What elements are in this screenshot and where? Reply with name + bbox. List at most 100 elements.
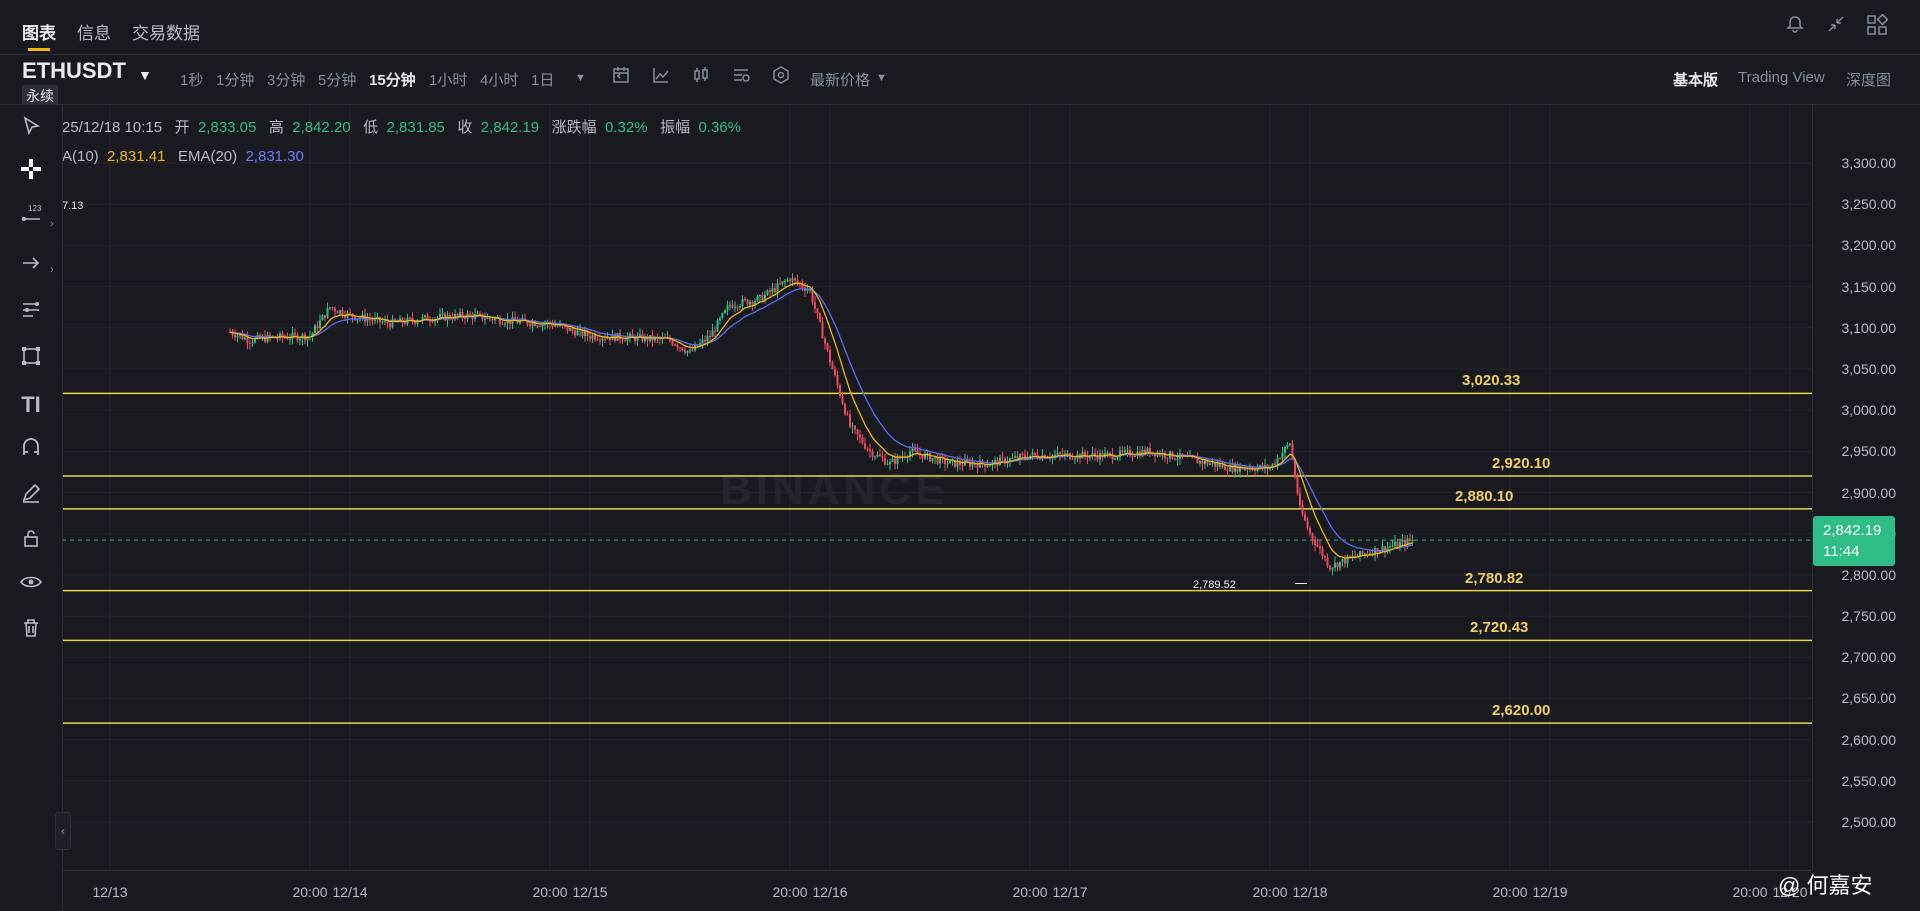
candle-body (1014, 456, 1016, 458)
submenu-chevron-icon[interactable]: › (50, 218, 54, 230)
candle-body (314, 325, 316, 333)
x-tick-label: 12/15 (572, 884, 608, 900)
x-tick-label: 20:00 (772, 884, 808, 900)
crosshair-icon[interactable] (14, 157, 48, 191)
candle-body (994, 460, 996, 462)
grid-layout-icon[interactable] (1864, 13, 1890, 40)
lock-icon[interactable] (14, 525, 48, 559)
candle-body (864, 443, 866, 449)
cursor-icon[interactable] (14, 113, 48, 147)
candle-body (1024, 454, 1026, 458)
indicators-icon[interactable] (729, 65, 753, 89)
fib-levels-icon[interactable] (14, 297, 48, 331)
candle-body (1016, 456, 1019, 459)
candle-body (761, 295, 764, 301)
more-intervals-caret-icon[interactable]: ▼ (575, 72, 586, 84)
amplitude-label: 振幅 (660, 119, 691, 136)
submenu-chevron-icon[interactable]: › (50, 264, 54, 276)
pencil-edit-icon[interactable] (14, 480, 48, 514)
interval-5m[interactable]: 5分钟 (318, 69, 356, 90)
arrow-tool-icon[interactable] (14, 250, 48, 284)
calendar-icon[interactable] (609, 65, 633, 89)
x-tick-label: 12/18 (1292, 884, 1328, 900)
candle-body (881, 456, 884, 458)
candle-body (1204, 460, 1206, 465)
x-tick-label: 12/14 (332, 884, 368, 900)
candle-body (701, 339, 704, 344)
candle-body (841, 395, 844, 404)
interval-1s[interactable]: 1秒 (180, 69, 203, 90)
version-basic[interactable]: 基本版 (1673, 69, 1718, 90)
current-price-tag: 2,842.19 11:44 (1813, 516, 1895, 566)
caret-down-icon[interactable]: ▼ (138, 67, 152, 83)
candle-body (576, 330, 579, 336)
candle-body (856, 429, 859, 435)
price-chart[interactable] (62, 105, 1812, 870)
candle-body (721, 312, 724, 318)
tab-info[interactable]: 信息 (77, 19, 111, 44)
candle-body (1176, 458, 1179, 460)
candle-type-icon[interactable] (689, 65, 713, 89)
candle-body (409, 317, 411, 319)
candle-body (1066, 453, 1069, 455)
interval-15m[interactable]: 15分钟 (369, 69, 416, 90)
candle-body (839, 385, 841, 396)
interval-1m[interactable]: 1分钟 (216, 69, 254, 90)
candle-body (1209, 463, 1211, 465)
candle-body (956, 461, 959, 467)
magnet-icon[interactable] (14, 435, 48, 469)
time-axis[interactable]: 12/13 20:00 12/14 20:00 12/15 20:00 12/16 20:00… (62, 870, 1812, 911)
price-type-caret-icon[interactable]: ▼ (876, 72, 887, 84)
candle-body (244, 337, 246, 340)
candle-body (494, 318, 496, 321)
candle-body (674, 344, 676, 346)
candle-body (1341, 558, 1344, 562)
candle-body (1214, 462, 1216, 467)
settings-hex-icon[interactable] (769, 65, 793, 89)
candle-countdown: 11:44 (1823, 543, 1860, 560)
collapse-arrows-icon[interactable] (1823, 14, 1849, 40)
candle-body (1289, 443, 1291, 445)
candle-datetime: 25/12/18 10:15 (62, 119, 163, 136)
eye-visibility-icon[interactable] (14, 570, 48, 604)
tab-chart[interactable]: 图表 (22, 19, 56, 44)
line-chart-icon[interactable] (649, 65, 673, 89)
candle-body (416, 321, 419, 324)
candle-body (601, 338, 604, 341)
candle-body (1391, 545, 1394, 547)
bell-icon[interactable] (1782, 14, 1808, 40)
candle-body (294, 332, 296, 335)
candle-body (986, 465, 989, 467)
sidebar-collapse-button[interactable]: ‹ (55, 812, 71, 850)
candle-body (744, 298, 746, 300)
candle-body (889, 461, 891, 465)
x-tick-label: 12/17 (1052, 884, 1088, 900)
candle-body (319, 320, 321, 329)
interval-3m[interactable]: 3分钟 (267, 69, 305, 90)
trash-icon[interactable] (14, 615, 48, 649)
tab-trading-data[interactable]: 交易数据 (132, 19, 200, 44)
candle-body (381, 321, 384, 323)
change-label: 涨跌幅 (551, 119, 597, 136)
text-tool-icon[interactable]: TI (14, 388, 48, 422)
candle-body (946, 463, 949, 465)
candle-body (299, 338, 301, 341)
candle-body (719, 317, 721, 321)
symbol-selector[interactable]: ETHUSDT (22, 58, 126, 84)
version-depth[interactable]: 深度图 (1846, 69, 1891, 90)
candle-body (759, 295, 761, 297)
measure-line-icon[interactable]: 123 (14, 203, 48, 237)
candle-body (861, 437, 864, 444)
interval-1d[interactable]: 1日 (531, 69, 554, 90)
pattern-tool-icon[interactable] (14, 343, 48, 377)
candle-body (1196, 458, 1199, 464)
price-type-selector[interactable]: 最新价格 (810, 69, 870, 90)
x-tick-label: 12/19 (1532, 884, 1568, 900)
price-axis[interactable]: 3,300.00 3,250.00 3,200.00 3,150.00 3,100.00… (1812, 105, 1920, 870)
candle-body (1219, 463, 1221, 467)
interval-4h[interactable]: 4小时 (480, 69, 518, 90)
version-tradingview[interactable]: Trading View (1738, 69, 1825, 86)
interval-1h[interactable]: 1小时 (429, 69, 467, 90)
y-tick-label: 3,150.00 (1841, 278, 1897, 295)
candle-body (1134, 456, 1136, 458)
